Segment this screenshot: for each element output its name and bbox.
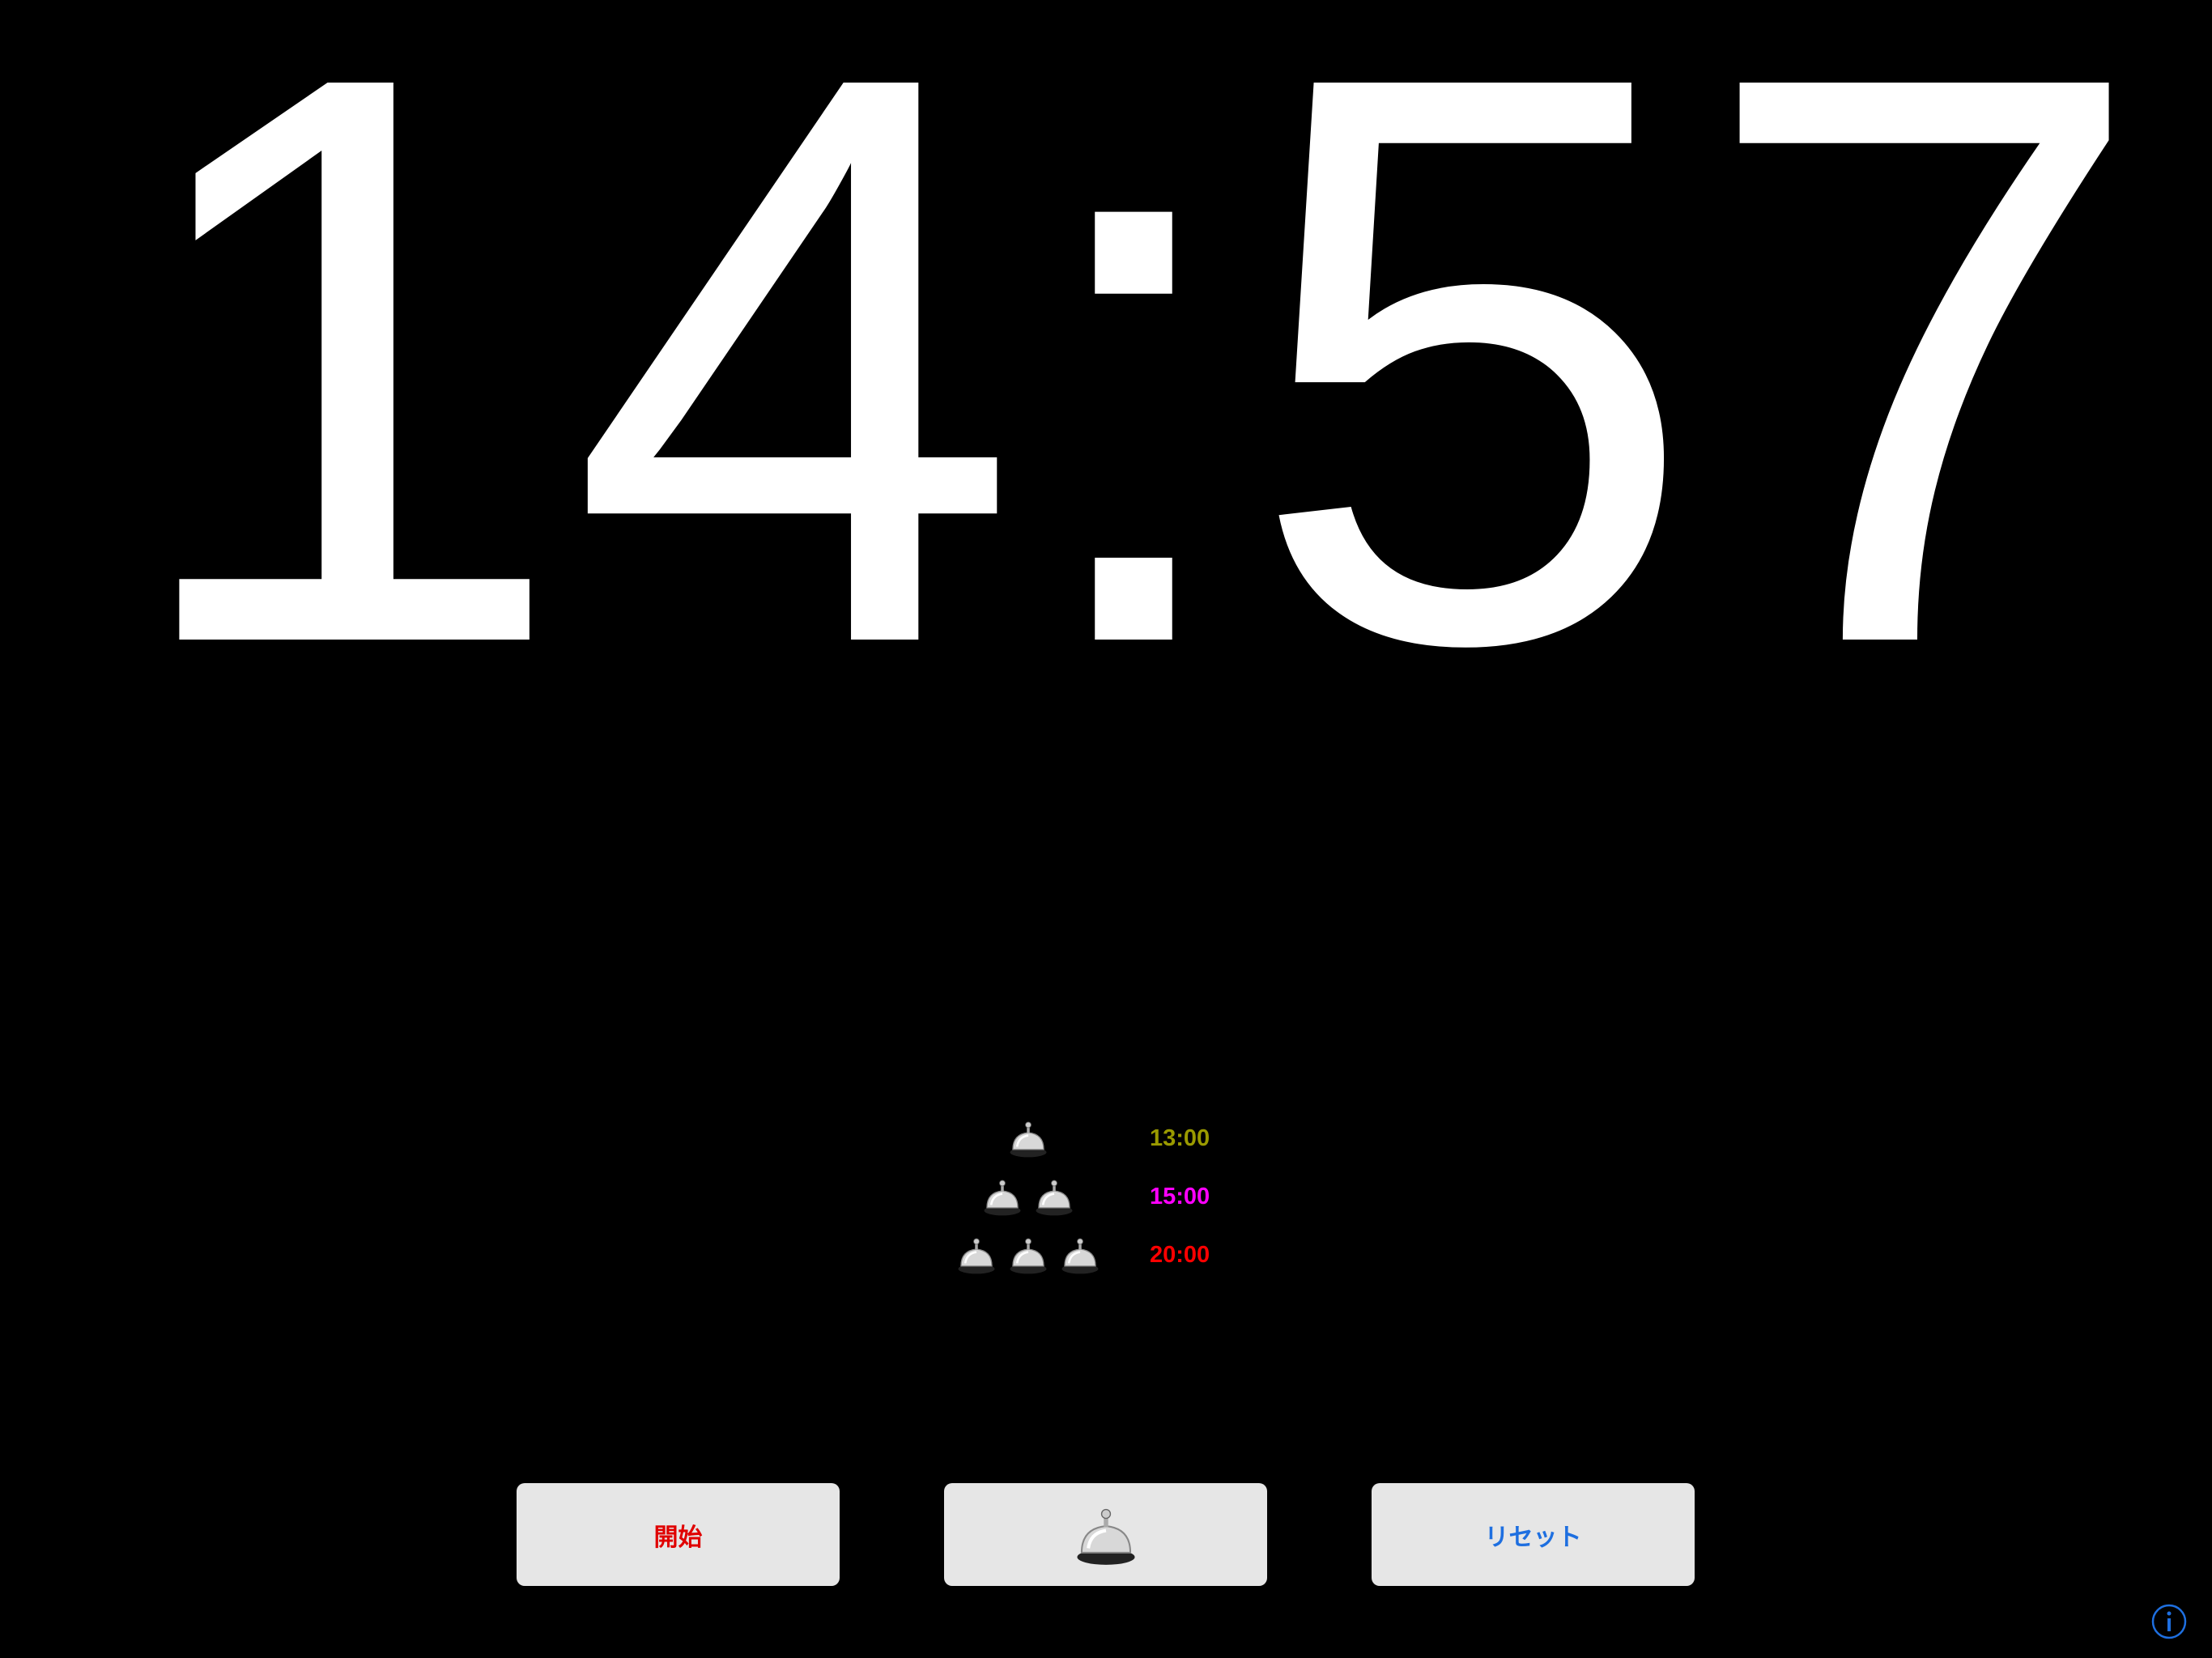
- reset-button-label: リセット: [1484, 1523, 1582, 1552]
- timer-display: 14:57: [0, 0, 2212, 664]
- bell-row-1: 13:00: [931, 1109, 1295, 1167]
- bell-icon: [1061, 1238, 1099, 1274]
- ring-bell-button[interactable]: [944, 1483, 1267, 1586]
- info-icon[interactable]: [2150, 1603, 2188, 1640]
- bells-1: [1007, 1109, 1049, 1167]
- bell-time-3: 20:00: [1150, 1242, 1210, 1268]
- timer-text: 14:57: [117, 0, 2150, 664]
- bell-time-1: 13:00: [1150, 1125, 1210, 1151]
- bell-icon: [1076, 1508, 1135, 1565]
- bell-schedule: 13:00 15:00 20:00: [931, 1109, 1295, 1284]
- bell-row-2: 15:00: [931, 1167, 1295, 1226]
- bell-time-2: 15:00: [1150, 1184, 1210, 1209]
- bells-3: [955, 1226, 1101, 1284]
- bell-row-3: 20:00: [931, 1226, 1295, 1284]
- bell-icon: [1010, 1121, 1047, 1158]
- bells-2: [981, 1167, 1075, 1226]
- bell-icon: [1010, 1238, 1047, 1274]
- bell-icon: [958, 1238, 995, 1274]
- bell-icon: [984, 1180, 1021, 1216]
- start-button[interactable]: 開始: [517, 1483, 840, 1586]
- bell-icon: [1036, 1180, 1073, 1216]
- start-button-label: 開始: [653, 1523, 703, 1552]
- reset-button[interactable]: リセット: [1372, 1483, 1695, 1586]
